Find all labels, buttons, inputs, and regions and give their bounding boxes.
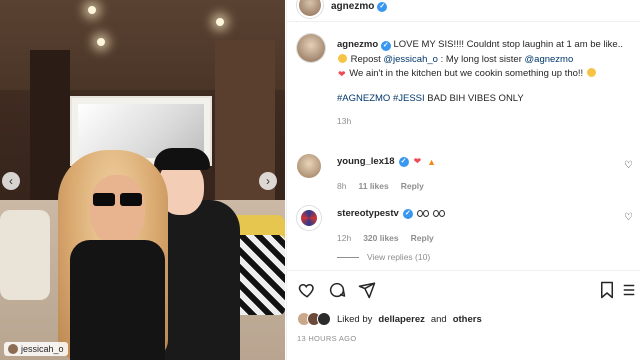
comment-like-button[interactable]: ♡: [624, 160, 633, 171]
liked-avatars: [297, 312, 331, 326]
ceiling-light: [97, 38, 105, 46]
comment-likes[interactable]: 320 likes: [363, 233, 398, 243]
sunglasses-emoji-icon: [586, 68, 596, 77]
mention-link[interactable]: @jessicah_o: [383, 54, 438, 65]
comment-line: stereotypestv ✓: [337, 208, 607, 219]
like-button[interactable]: [297, 280, 317, 300]
post-timestamp[interactable]: 13 HOURS AGO: [297, 334, 356, 343]
liked-by-user[interactable]: dellaperez: [378, 314, 424, 325]
comment-likes[interactable]: 11 likes: [358, 181, 388, 191]
liked-by-others[interactable]: others: [453, 314, 482, 325]
eyes-emoji-icon: [416, 208, 429, 219]
divider: [287, 270, 640, 271]
verified-badge-icon: ✓: [398, 156, 409, 167]
header-username[interactable]: agnezmo ✓: [331, 1, 388, 12]
chevron-left-icon: ‹: [9, 174, 13, 188]
avatar[interactable]: [297, 206, 321, 230]
post-header: agnezmo ✓: [287, 0, 640, 22]
avatar: [8, 344, 18, 354]
avatar[interactable]: [297, 0, 323, 18]
comment-body: stereotypestv ✓ 12h 320 likes Reply: [337, 208, 607, 243]
comment-body: young_lex18 ✓ ❤ ▲ 8h 11 likes Reply: [337, 156, 607, 191]
previous-photo-button[interactable]: ‹: [2, 172, 20, 190]
liked-by[interactable]: Liked by dellaperez and others: [297, 312, 482, 326]
divider: [337, 256, 359, 258]
verified-badge-icon: ✓: [380, 40, 391, 51]
hashtag-link[interactable]: #AGNEZMO: [337, 93, 390, 104]
avatar[interactable]: [297, 34, 325, 62]
sunglasses: [93, 193, 143, 207]
view-replies-button[interactable]: View replies (10): [337, 252, 430, 262]
heart-outline-icon: ♡: [624, 212, 633, 223]
save-button[interactable]: [597, 280, 617, 300]
fire-emoji-icon: ▲: [427, 156, 437, 167]
bookmark-icon: [601, 281, 613, 299]
caption-username[interactable]: agnezmo: [337, 39, 378, 50]
ceiling-light: [88, 6, 96, 14]
hashtag-link[interactable]: #JESSI: [393, 93, 425, 104]
verified-badge-icon: ✓: [402, 208, 413, 219]
comment-username[interactable]: young_lex18: [337, 156, 395, 167]
caption-line: We ain't in the kitchen but we cookin so…: [349, 68, 584, 79]
action-bar: [297, 280, 637, 302]
ceiling-light: [216, 18, 224, 26]
comment-username[interactable]: stereotypestv: [337, 208, 399, 219]
more-icon: [623, 284, 635, 296]
post-photo[interactable]: ‹ › jessicah_o: [0, 0, 285, 360]
pillow: [0, 210, 50, 300]
person-face: [90, 175, 145, 245]
comment-line: young_lex18 ✓ ❤ ▲: [337, 156, 607, 167]
heart-outline-icon: ♡: [624, 160, 633, 171]
reply-button[interactable]: Reply: [401, 181, 424, 191]
caption-line: BAD BIH VIBES ONLY: [427, 92, 524, 104]
comment-meta: 12h 320 likes Reply: [337, 233, 607, 243]
comment-button[interactable]: [327, 280, 347, 300]
share-icon: [358, 282, 376, 299]
caption-line: LOVE MY SIS!!!! Couldnt stop laughin at …: [393, 39, 623, 50]
heart-emoji-icon: ❤: [413, 156, 422, 166]
baseball-cap: [154, 148, 210, 170]
comment-meta: 8h 11 likes Reply: [337, 181, 607, 191]
comment-timestamp[interactable]: 8h: [337, 181, 346, 191]
tagged-username: jessicah_o: [21, 344, 64, 354]
comment-like-button[interactable]: ♡: [624, 212, 633, 223]
liked-by-and: and: [430, 313, 447, 325]
caption-text: agnezmo ✓ LOVE MY SIS!!!! Couldnt stop l…: [337, 38, 627, 129]
share-button[interactable]: [357, 280, 377, 300]
avatar[interactable]: [297, 154, 321, 178]
liked-by-prefix: Liked by: [337, 313, 373, 325]
view-replies-label: View replies (10): [367, 252, 431, 262]
caption-line: : My long lost sister: [440, 53, 522, 65]
avatar: [317, 312, 331, 326]
heart-icon: [298, 283, 314, 298]
next-photo-button[interactable]: ›: [259, 172, 277, 190]
comment-timestamp[interactable]: 12h: [337, 233, 351, 243]
heart-emoji-icon: ❤: [338, 69, 346, 79]
more-button[interactable]: [619, 280, 639, 300]
caption-timestamp[interactable]: 13h: [337, 114, 627, 129]
comment-icon: [329, 282, 346, 298]
person-body: [70, 240, 165, 360]
caption-repost: Repost: [350, 53, 381, 65]
reply-button[interactable]: Reply: [411, 233, 434, 243]
verified-badge-icon: ✓: [377, 1, 388, 12]
caption-tags: #AGNEZMO #JESSI BAD BIH VIBES ONLY: [337, 92, 627, 107]
mention-link[interactable]: @agnezmo: [525, 54, 574, 65]
eyes-emoji-icon: [432, 208, 445, 219]
post-details-panel: agnezmo ✓ agnezmo ✓ LOVE MY SIS!!!! Coul…: [286, 0, 640, 360]
grinning-emoji-icon: [338, 53, 347, 63]
username[interactable]: agnezmo: [331, 1, 374, 12]
tagged-user[interactable]: jessicah_o: [4, 342, 68, 356]
chevron-right-icon: ›: [266, 174, 270, 188]
